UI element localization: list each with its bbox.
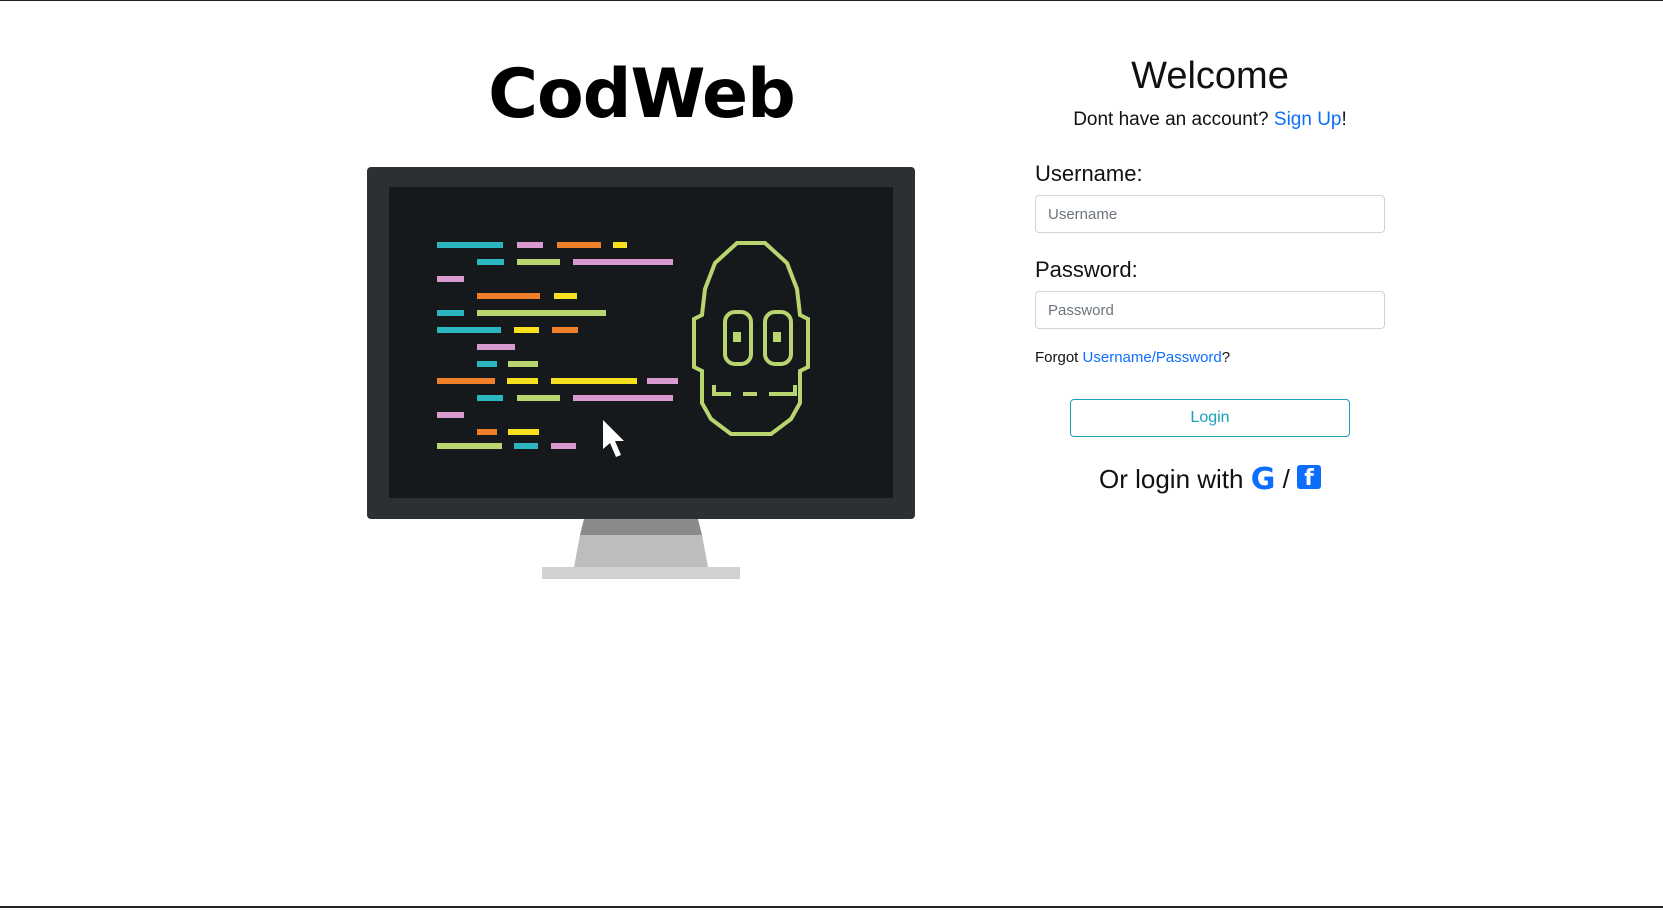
- forgot-suffix: ?: [1221, 349, 1231, 366]
- brand-title: CodWeb: [488, 55, 796, 134]
- forgot-prefix: Forgot: [1035, 349, 1083, 366]
- signup-prompt-text: Dont have an account?: [1073, 109, 1274, 130]
- username-label: Username:: [1035, 161, 1143, 186]
- signup-prompt: Dont have an account? Sign Up!: [1035, 107, 1385, 133]
- password-label: Password:: [1035, 257, 1138, 282]
- password-input[interactable]: [1035, 291, 1385, 329]
- monitor-illustration: [367, 167, 915, 579]
- login-panel: Welcome Dont have an account? Sign Up! U…: [1035, 50, 1385, 498]
- top-border: [0, 0, 1663, 1]
- login-button[interactable]: Login: [1070, 399, 1350, 437]
- social-prefix: Or login with: [1098, 464, 1251, 494]
- social-login: Or login with G / f: [1035, 461, 1385, 498]
- signup-link[interactable]: Sign Up: [1274, 109, 1342, 130]
- google-icon[interactable]: G: [1251, 462, 1276, 497]
- forgot-credentials-link[interactable]: Username/Password: [1083, 349, 1222, 366]
- forgot-line: Forgot Username/Password?: [1035, 347, 1385, 369]
- signup-suffix: !: [1341, 109, 1347, 130]
- facebook-icon[interactable]: f: [1297, 465, 1322, 489]
- social-separator: /: [1275, 464, 1298, 494]
- bottom-border: [0, 906, 1663, 908]
- username-input[interactable]: [1035, 195, 1385, 233]
- welcome-heading: Welcome: [1131, 55, 1289, 97]
